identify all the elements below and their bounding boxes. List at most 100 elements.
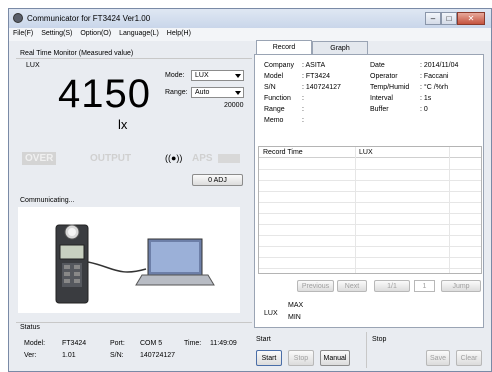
window-title: Communicator for FT3424 Ver1.00: [27, 14, 151, 23]
status-ver: 1.01: [62, 352, 76, 359]
table-row: [259, 257, 481, 258]
mode-label: Mode:: [165, 72, 185, 79]
menu-file[interactable]: File(F): [9, 28, 33, 41]
page-indicator: 1/1: [374, 280, 410, 292]
monitor-group-title: Real Time Monitor (Measured value): [20, 50, 134, 57]
signal-icon: ((●)): [165, 153, 183, 163]
memo-value: :: [302, 117, 304, 124]
menu-option[interactable]: Option(O): [76, 28, 111, 41]
device-illustration: [55, 224, 215, 304]
menu-setting[interactable]: Setting(S): [37, 28, 72, 41]
close-button[interactable]: ✕: [457, 12, 485, 25]
previous-button[interactable]: Previous: [297, 280, 334, 292]
chevron-down-icon: [235, 74, 241, 78]
status-port-label: Port:: [110, 340, 125, 347]
model-value: : FT3424: [302, 73, 331, 80]
function-value: :: [302, 95, 304, 102]
chevron-down-icon: [235, 91, 241, 95]
range-info-label: Range: [264, 106, 285, 113]
communicating-label: Communicating...: [20, 197, 75, 204]
table-row: [259, 224, 481, 225]
tab-record[interactable]: Record: [256, 40, 312, 54]
operator-value: : Faccani: [420, 73, 449, 80]
manual-button[interactable]: Manual: [320, 350, 350, 366]
table-row: [259, 202, 481, 203]
lux-unit: lx: [118, 117, 128, 132]
clear-button[interactable]: Clear: [456, 350, 482, 366]
status-divider: [16, 322, 252, 323]
minimize-button[interactable]: –: [425, 12, 441, 25]
status-sn-label: S/N:: [110, 352, 124, 359]
status-time-label: Time:: [184, 340, 202, 347]
record-table[interactable]: Record Time LUX: [258, 146, 482, 274]
page-input[interactable]: 1: [414, 280, 435, 292]
output-indicator: OUTPUT: [90, 153, 132, 164]
range-select[interactable]: Auto: [191, 87, 244, 98]
sn-label: S/N: [264, 84, 276, 91]
status-title: Status: [20, 324, 40, 331]
interval-value: : 1s: [420, 95, 432, 102]
table-row: [259, 180, 481, 181]
menu-bar: File(F) Setting(S) Option(O) Language(L)…: [9, 28, 491, 41]
over-indicator: OVER: [22, 152, 57, 165]
function-label: Function: [264, 95, 291, 102]
maximize-button[interactable]: □: [441, 12, 457, 25]
memo-label: Memo: [264, 117, 284, 124]
grid-line: [449, 147, 450, 273]
save-button[interactable]: Save: [426, 350, 450, 366]
battery-icon: [218, 154, 240, 163]
menu-language[interactable]: Language(L): [115, 28, 159, 41]
mode-select[interactable]: LUX: [191, 70, 244, 81]
section-divider: [366, 332, 367, 368]
monitor-divider: [16, 58, 252, 59]
jump-button[interactable]: Jump: [441, 280, 481, 292]
status-model-label: Model:: [24, 340, 46, 347]
status-ver-label: Ver:: [24, 352, 37, 359]
table-row: [259, 169, 481, 170]
device-image-panel: [18, 207, 240, 313]
buffer-value: : 0: [420, 106, 428, 113]
menu-help[interactable]: Help(H): [163, 28, 191, 41]
lux-value: 4150: [58, 72, 151, 116]
start-section-label: Start: [256, 336, 271, 343]
status-time: 11:49:09: [210, 340, 237, 347]
range-max: 20000: [224, 102, 244, 109]
sn-value: : 140724127: [302, 84, 341, 91]
monitor-unit-label: LUX: [26, 62, 40, 69]
operator-label: Operator: [370, 73, 398, 80]
status-sn: 140724127: [140, 352, 176, 359]
app-icon: [13, 13, 23, 23]
title-bar: Communicator for FT3424 Ver1.00 – □ ✕: [9, 9, 491, 28]
company-value: : ASITA: [302, 62, 326, 69]
mode-value: LUX: [195, 72, 209, 79]
range-info-value: :: [302, 106, 304, 113]
table-row: [259, 268, 481, 269]
stop-section-label: Stop: [372, 336, 387, 343]
status-port: COM 5: [140, 340, 163, 347]
range-label: Range:: [165, 89, 188, 96]
table-row: [259, 213, 481, 214]
temp-value: : °C /%rh: [420, 84, 449, 91]
table-row: [259, 191, 481, 192]
summary-lux-label: LUX: [264, 310, 278, 317]
stop-button[interactable]: Stop: [288, 350, 314, 366]
tab-graph[interactable]: Graph: [312, 41, 368, 54]
range-value: Auto: [195, 89, 210, 96]
date-label: Date: [370, 62, 385, 69]
summary-max-label: MAX: [288, 302, 304, 309]
company-label: Company: [264, 62, 294, 69]
start-button[interactable]: Start: [256, 350, 282, 366]
table-row: [259, 246, 481, 247]
model-label: Model: [264, 73, 284, 80]
col-record-time: Record Time: [263, 149, 303, 156]
grid-line: [355, 147, 356, 273]
buffer-label: Buffer: [370, 106, 389, 113]
summary-min-label: MIN: [288, 314, 301, 321]
date-value: : 2014/11/04: [420, 62, 459, 69]
aps-indicator: APS: [192, 153, 213, 164]
interval-label: Interval: [370, 95, 393, 102]
zero-adjust-button[interactable]: 0 ADJ: [192, 174, 243, 186]
next-button[interactable]: Next: [337, 280, 367, 292]
table-header: Record Time LUX: [259, 147, 481, 158]
table-row: [259, 235, 481, 236]
